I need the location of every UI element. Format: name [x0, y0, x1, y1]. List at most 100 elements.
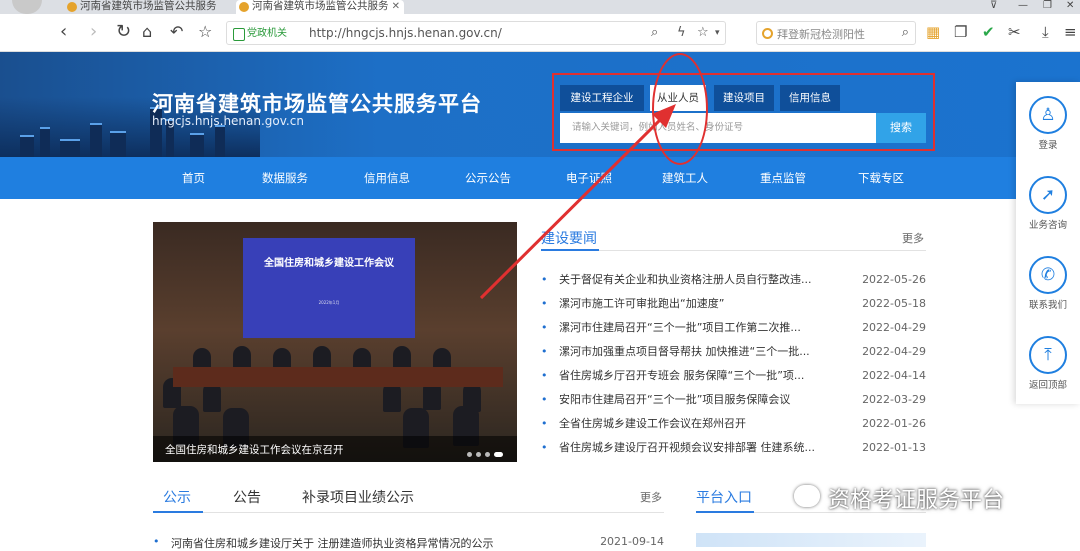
home-icon[interactable]: ⌂: [142, 22, 152, 42]
reload-icon[interactable]: ↻: [116, 22, 131, 42]
floating-side-panel: ♙ 登录 ➚ 业务咨询 ✆ 联系我们 ⤒ 返回顶部: [1016, 82, 1080, 404]
apps-grid-icon[interactable]: ▦: [926, 23, 940, 41]
tab-supplementary-projects[interactable]: 补录项目业绩公示: [302, 487, 414, 507]
search-tab-credit[interactable]: 信用信息: [780, 85, 840, 111]
search-icon[interactable]: ⌕: [902, 25, 909, 40]
back-to-top-icon: ⤒: [1044, 345, 1052, 365]
browser-tab-bar: 河南省建筑市场监管公共服务 河南省建筑市场监管公共服务 ✕ ⊽ — ❐ ✕: [0, 0, 1080, 14]
phone-icon: ✆: [1040, 265, 1056, 285]
news-heading[interactable]: 建设要闻: [541, 228, 597, 248]
platform-entry-banner[interactable]: [696, 533, 926, 547]
meeting-attendees-image: [153, 342, 517, 448]
collections-icon[interactable]: ❐: [954, 23, 967, 41]
nav-home[interactable]: 首页: [182, 170, 205, 186]
news-item[interactable]: • 省住房城乡建设厅召开视频会议安排部署 住建系统... 2022-01-13: [541, 439, 926, 457]
carousel-caption: 全国住房和城乡建设工作会议在京召开: [153, 436, 517, 462]
lightning-icon[interactable]: ϟ: [677, 25, 686, 40]
side-consult-label: 业务咨询: [1028, 220, 1067, 231]
browser-search-text[interactable]: 拜登新冠检测阳性: [777, 26, 865, 42]
search-panel: 建设工程企业 从业人员 建设项目 信用信息 请输入关键词，例如人员姓名、身份证号…: [552, 73, 935, 151]
nav-data-services[interactable]: 数据服务: [262, 170, 308, 186]
nav-downloads[interactable]: 下载专区: [858, 170, 904, 186]
nav-credit-info[interactable]: 信用信息: [364, 170, 410, 186]
site-domain: hngcjs.hnjs.henan.gov.cn: [152, 114, 304, 128]
news-item[interactable]: • 省住房城乡厅召开专班会 服务保障“三个一批”项... 2022-04-14: [541, 367, 926, 385]
search-tab-projects[interactable]: 建设项目: [714, 85, 774, 111]
scissors-icon[interactable]: ✂: [1008, 23, 1021, 41]
security-check-icon[interactable]: ✔: [982, 23, 995, 41]
profile-avatar[interactable]: [12, 0, 42, 14]
site-favicon-icon: [239, 2, 249, 12]
side-login-label: 登录: [1038, 140, 1058, 151]
favorite-star-icon[interactable]: ☆: [697, 25, 709, 40]
chevron-down-icon[interactable]: ▾: [715, 28, 720, 38]
nav-key-supervision[interactable]: 重点监管: [760, 170, 806, 186]
stage-table: [173, 367, 503, 387]
news-carousel[interactable]: 全国住房和城乡建设工作会议 2022年1月 全国住房和城乡建设工作会议在京召开: [153, 222, 517, 462]
tab-public-notice[interactable]: 公示: [163, 487, 191, 507]
user-icon: ♙: [1040, 105, 1056, 125]
news-item[interactable]: • 安阳市住建局召开“三个一批”项目服务保障会议 2022-03-29: [541, 391, 926, 409]
news-item[interactable]: • 关于督促有关企业和执业资格注册人员自行整改违... 2022-05-26: [541, 271, 926, 289]
site-search-button[interactable]: 搜索: [876, 113, 926, 143]
download-icon[interactable]: ⤓: [1042, 23, 1049, 41]
cert-badge: 党政机关: [233, 26, 287, 41]
wechat-icon: [794, 485, 820, 507]
site-search-input[interactable]: 请输入关键词，例如人员姓名、身份证号: [560, 113, 878, 143]
annotation-ellipse: [652, 53, 708, 165]
tab-announcement[interactable]: 公告: [233, 487, 261, 507]
browser-tab-1[interactable]: 河南省建筑市场监管公共服务: [64, 0, 224, 14]
bookmark-star-icon[interactable]: ☆: [198, 22, 212, 42]
carousel-dots[interactable]: [463, 446, 503, 460]
search-tab-enterprise[interactable]: 建设工程企业: [560, 85, 644, 111]
screen-date: 2022年1月: [318, 300, 340, 305]
side-login[interactable]: ♙ 登录: [1016, 96, 1080, 166]
tab-close-icon[interactable]: ✕: [392, 0, 400, 13]
browser-toolbar: ‹ › ↻ ⌂ ↶ ☆ 党政机关 http://hngcjs.hnjs.hena…: [0, 14, 1080, 52]
address-search-icon[interactable]: ⌕: [651, 25, 658, 40]
lower-more-link[interactable]: 更多: [640, 489, 662, 505]
watermark: 资格考证服务平台: [794, 482, 1005, 514]
watermark-text: 资格考证服务平台: [828, 488, 1005, 513]
platform-entry-heading: 平台入口: [696, 490, 752, 506]
browser-tab-1-title: 河南省建筑市场监管公共服务: [80, 0, 217, 12]
lower-divider: [153, 512, 664, 513]
shield-icon[interactable]: ⊽: [990, 0, 997, 11]
minimize-icon[interactable]: —: [1018, 0, 1028, 11]
forward-icon[interactable]: ›: [90, 22, 97, 42]
window-close-icon[interactable]: ✕: [1066, 0, 1074, 11]
platform-divider-accent: [696, 511, 754, 513]
address-url[interactable]: http://hngcjs.hnjs.henan.gov.cn/: [309, 26, 502, 40]
address-bar[interactable]: 党政机关 http://hngcjs.hnjs.henan.gov.cn/ ⌕ …: [226, 21, 726, 45]
undo-icon[interactable]: ↶: [170, 22, 183, 42]
nav-construction-workers[interactable]: 建筑工人: [662, 170, 708, 186]
back-icon[interactable]: ‹: [60, 22, 67, 42]
site-favicon-icon: [67, 2, 77, 12]
side-business-consult[interactable]: ➚ 业务咨询: [1016, 176, 1080, 246]
news-item[interactable]: • 全省住房城乡建设工作会议在郑州召开 2022-01-26: [541, 415, 926, 433]
news-item[interactable]: • 漯河市施工许可审批跑出“加速度” 2022-05-18: [541, 295, 926, 313]
search-engine-icon: [762, 28, 773, 39]
compass-icon: ➚: [1040, 185, 1056, 205]
news-item[interactable]: • 漯河市住建局召开“三个一批”项目工作第二次推... 2022-04-29: [541, 319, 926, 337]
nav-e-certificates[interactable]: 电子证照: [566, 170, 612, 186]
nav-announcements[interactable]: 公示公告: [465, 170, 511, 186]
browser-search-box[interactable]: 拜登新冠检测阳性 ⌕: [756, 21, 916, 45]
lower-divider-accent: [153, 511, 203, 513]
maximize-icon[interactable]: ❐: [1043, 0, 1052, 11]
side-contact-label: 联系我们: [1028, 300, 1067, 311]
main-nav: 首页 数据服务 信用信息 公示公告 电子证照 建筑工人 重点监管 下载专区: [0, 157, 1080, 199]
browser-tab-2[interactable]: 河南省建筑市场监管公共服务 ✕: [236, 0, 404, 14]
screen-title: 全国住房和城乡建设工作会议: [264, 258, 394, 269]
news-item[interactable]: • 漯河市加强重点项目督导帮扶 加快推进“三个一批... 2022-04-29: [541, 343, 926, 361]
menu-icon[interactable]: ≡: [1064, 23, 1077, 41]
site-banner: 河南省建筑市场监管公共服务平台 hngcjs.hnjs.henan.gov.cn…: [0, 52, 1080, 157]
carousel-caption-text: 全国住房和城乡建设工作会议在京召开: [165, 444, 344, 456]
news-more-link[interactable]: 更多: [902, 230, 924, 246]
news-divider-accent: [541, 249, 599, 251]
meeting-screen: 全国住房和城乡建设工作会议 2022年1月: [243, 238, 415, 338]
side-back-to-top[interactable]: ⤒ 返回顶部: [1016, 336, 1080, 406]
side-top-label: 返回顶部: [1028, 380, 1067, 391]
browser-tab-2-title: 河南省建筑市场监管公共服务: [252, 0, 389, 12]
side-contact-us[interactable]: ✆ 联系我们: [1016, 256, 1080, 326]
